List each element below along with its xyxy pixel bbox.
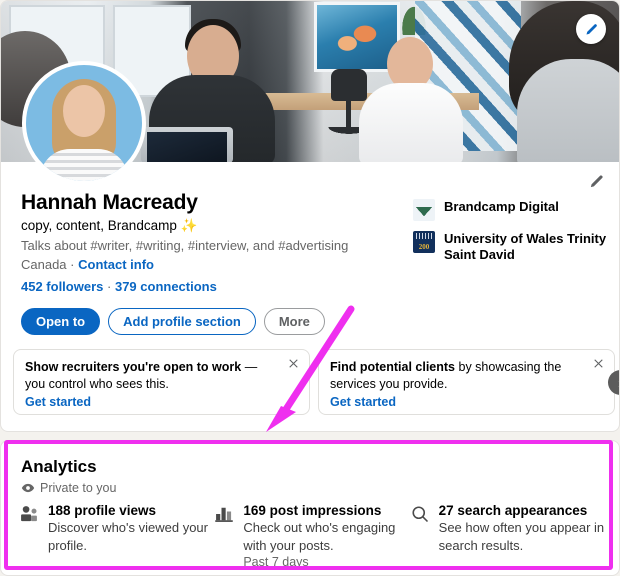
analytics-privacy-label: Private to you	[40, 481, 116, 495]
organization-item-school[interactable]: University of Wales Trinity Saint David	[413, 231, 608, 264]
close-icon[interactable]	[592, 357, 605, 375]
cover-chair	[331, 69, 367, 101]
close-icon-glyph	[592, 357, 605, 370]
profile-avatar[interactable]	[22, 61, 146, 185]
analytics-card: Analytics Private to you 188 profile vie…	[0, 440, 620, 576]
analytics-items: 188 profile views Discover who's viewed …	[19, 503, 605, 569]
brandcamp-logo-icon	[413, 199, 435, 221]
separator: ·	[107, 279, 111, 294]
connections-link[interactable]: 379 connections	[115, 279, 217, 294]
organization-name: Brandcamp Digital	[444, 199, 559, 215]
close-icon[interactable]	[287, 357, 300, 375]
analytics-stat: 188 profile views	[48, 503, 214, 518]
edit-cover-photo-button[interactable]	[576, 14, 606, 44]
close-icon-glyph	[287, 357, 300, 370]
bar-chart-icon	[214, 504, 234, 524]
cover-person-right-body	[359, 83, 463, 162]
more-button[interactable]: More	[264, 308, 325, 335]
contact-info-link[interactable]: Contact info	[78, 257, 154, 272]
promo-carousel: Show recruiters you're open to work — yo…	[13, 349, 613, 417]
pencil-icon	[584, 22, 599, 37]
avatar-face	[63, 85, 105, 137]
separator: ·	[70, 257, 74, 272]
cover-wall-art	[317, 5, 397, 69]
analytics-privacy-row: Private to you	[21, 481, 116, 495]
analytics-subtext: Past 7 days	[243, 555, 409, 569]
analytics-item-post-impressions[interactable]: 169 post impressions Check out who's eng…	[214, 503, 409, 569]
analytics-title: Analytics	[21, 457, 97, 477]
people-icon	[19, 504, 39, 524]
eye-icon	[21, 481, 35, 495]
promo-text: Show recruiters you're open to work — yo…	[25, 359, 298, 393]
analytics-desc: Check out who's engaging with your posts…	[243, 519, 409, 554]
followers-link[interactable]: 452 followers	[21, 279, 103, 294]
promo-headline: Show recruiters you're open to work	[25, 360, 241, 374]
university-crest-logo-icon	[413, 231, 435, 253]
organization-item-company[interactable]: Brandcamp Digital	[413, 199, 608, 221]
search-icon	[410, 504, 430, 524]
promo-card-recruiters[interactable]: Show recruiters you're open to work — yo…	[13, 349, 310, 415]
profile-action-buttons: Open to Add profile section More	[21, 308, 325, 335]
profile-location: Canada	[21, 257, 67, 272]
profile-stats: 452 followers · 379 connections	[21, 279, 601, 294]
analytics-stat: 27 search appearances	[439, 503, 605, 518]
promo-get-started-link[interactable]: Get started	[330, 395, 603, 409]
analytics-desc: See how often you appear in search resul…	[439, 519, 605, 554]
add-profile-section-button[interactable]: Add profile section	[108, 308, 256, 335]
organization-name: University of Wales Trinity Saint David	[444, 231, 608, 264]
promo-headline: Find potential clients	[330, 360, 455, 374]
analytics-desc: Discover who's viewed your profile.	[48, 519, 214, 554]
cover-laptop-screen	[147, 132, 227, 162]
pencil-icon	[588, 173, 605, 190]
analytics-item-search-appearances[interactable]: 27 search appearances See how often you …	[410, 503, 605, 569]
promo-text: Find potential clients by showcasing the…	[330, 359, 603, 393]
open-to-button[interactable]: Open to	[21, 308, 100, 335]
cover-person-foreground-body	[517, 59, 620, 162]
linkedin-profile-page: Hannah Macready copy, content, Brandcamp…	[0, 0, 620, 576]
organizations-list: Brandcamp Digital University of Wales Tr…	[413, 199, 608, 274]
edit-profile-button[interactable]	[588, 173, 605, 195]
analytics-item-profile-views[interactable]: 188 profile views Discover who's viewed …	[19, 503, 214, 569]
promo-get-started-link[interactable]: Get started	[25, 395, 298, 409]
promo-card-clients[interactable]: Find potential clients by showcasing the…	[318, 349, 615, 415]
analytics-stat: 169 post impressions	[243, 503, 409, 518]
profile-card: Hannah Macready copy, content, Brandcamp…	[0, 0, 620, 432]
